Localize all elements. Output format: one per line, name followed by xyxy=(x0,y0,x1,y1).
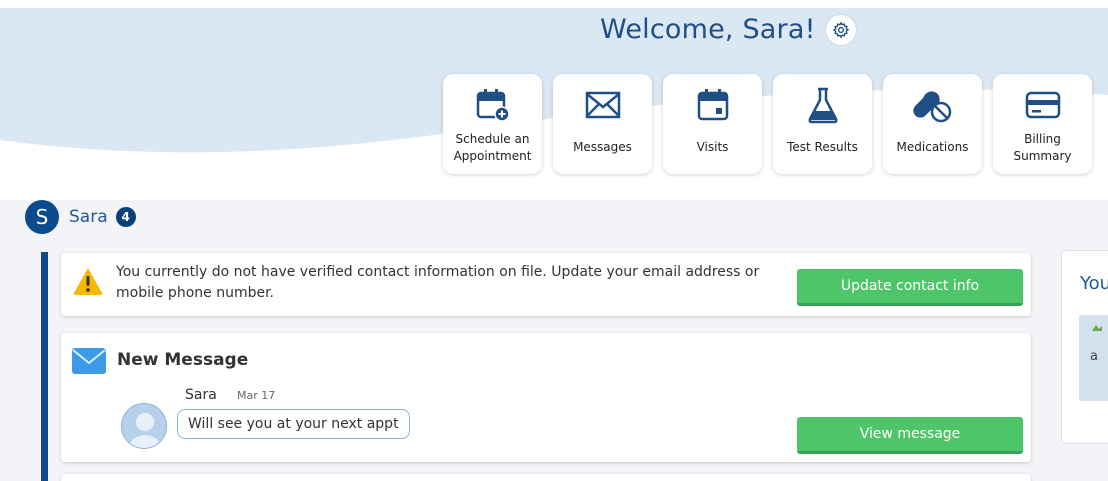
tile-label: Test Results xyxy=(787,140,858,154)
tile-visits[interactable]: Visits xyxy=(663,74,762,174)
side-panel-image: a xyxy=(1079,315,1108,401)
envelope-icon xyxy=(585,85,621,125)
quick-actions: Schedule an Appointment Messages Visits xyxy=(443,74,1103,174)
tile-label: Schedule an Appointment xyxy=(453,131,532,163)
tile-label: Medications xyxy=(896,140,969,154)
tile-label: Visits xyxy=(696,140,729,154)
calendar-plus-icon xyxy=(475,85,511,125)
user-switcher[interactable]: S Sara 4 xyxy=(25,200,136,234)
envelope-icon xyxy=(72,348,106,378)
message-date: Mar 17 xyxy=(237,389,276,402)
tile-test-results[interactable]: Test Results xyxy=(773,74,872,174)
next-card-partial xyxy=(61,474,1031,481)
notification-count-badge: 4 xyxy=(115,207,136,227)
welcome-title: Welcome, Sara! xyxy=(600,14,816,45)
side-panel-title: You xyxy=(1080,273,1108,294)
welcome-row: Welcome, Sara! xyxy=(600,14,900,45)
tile-billing-summary[interactable]: Billing Summary xyxy=(993,74,1092,174)
broken-image-icon xyxy=(1092,325,1102,331)
flask-icon xyxy=(806,85,840,125)
tile-label: Billing Summary xyxy=(1013,131,1072,163)
message-preview-bubble[interactable]: Will see you at your next appt xyxy=(177,409,410,439)
warning-icon xyxy=(72,266,104,300)
calendar-icon xyxy=(696,85,730,125)
tile-schedule-appointment[interactable]: Schedule an Appointment xyxy=(443,74,542,174)
alert-message: You currently do not have verified conta… xyxy=(116,264,760,301)
pill-icon xyxy=(912,85,953,125)
user-avatar[interactable]: S xyxy=(25,200,59,234)
contact-info-alert-card: You currently do not have verified conta… xyxy=(61,253,1031,316)
side-panel-image-alt: a xyxy=(1090,349,1098,364)
gear-icon[interactable] xyxy=(825,14,856,45)
update-contact-info-button[interactable]: Update contact info xyxy=(797,269,1023,306)
credit-card-icon xyxy=(1024,85,1062,125)
tile-messages[interactable]: Messages xyxy=(553,74,652,174)
message-sender: Sara xyxy=(185,387,217,403)
new-message-card: New Message Sara Mar 17 Will see you at … xyxy=(61,333,1031,462)
feed-accent-bar xyxy=(41,252,48,481)
view-message-button[interactable]: View message xyxy=(797,417,1023,454)
message-card-title: New Message xyxy=(117,350,249,370)
side-panel: You a xyxy=(1061,250,1108,444)
tile-label: Messages xyxy=(573,140,632,154)
user-name[interactable]: Sara xyxy=(69,207,108,227)
tile-medications[interactable]: Medications xyxy=(883,74,982,174)
sender-avatar xyxy=(121,403,167,449)
